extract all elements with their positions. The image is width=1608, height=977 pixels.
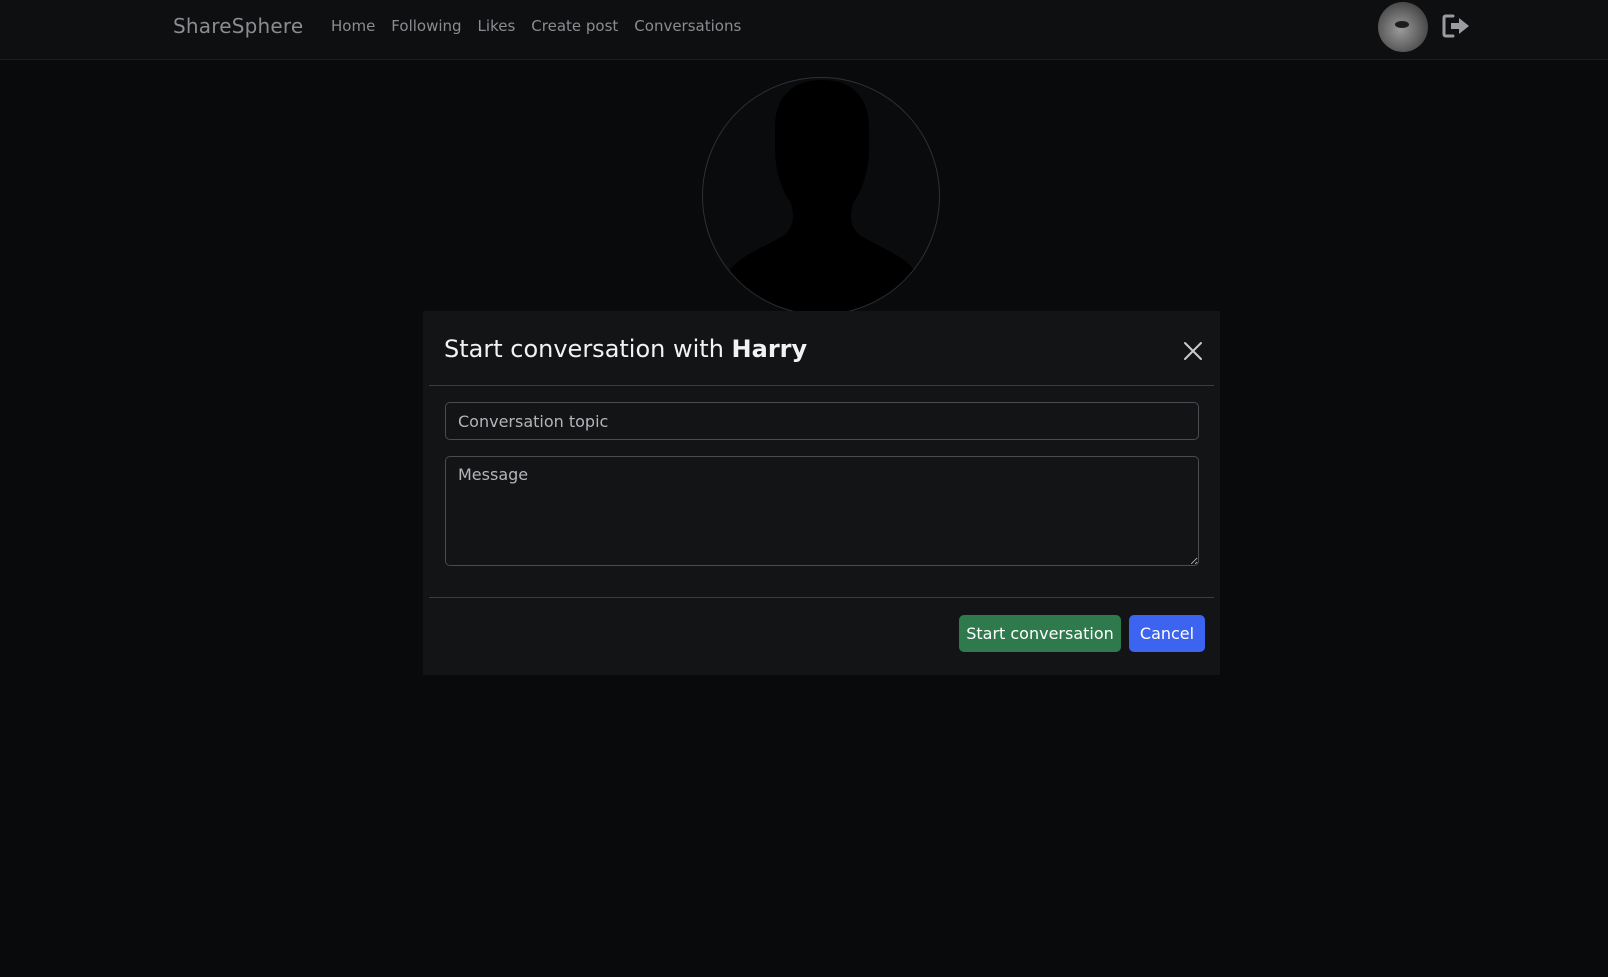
conversation-topic-input[interactable] <box>445 402 1199 440</box>
modal-footer: Start conversation Cancel <box>429 597 1214 676</box>
recipient-name: Harry <box>731 335 808 363</box>
start-conversation-button[interactable]: Start conversation <box>959 615 1121 652</box>
modal-header: Start conversation with Harry <box>429 311 1214 386</box>
cancel-button[interactable]: Cancel <box>1129 615 1205 652</box>
start-conversation-modal: Start conversation with Harry Start conv… <box>423 311 1220 675</box>
close-icon[interactable] <box>1182 340 1204 362</box>
modal-title: Start conversation with Harry <box>444 335 807 363</box>
message-textarea[interactable] <box>445 456 1199 566</box>
modal-title-prefix: Start conversation with <box>444 335 732 363</box>
